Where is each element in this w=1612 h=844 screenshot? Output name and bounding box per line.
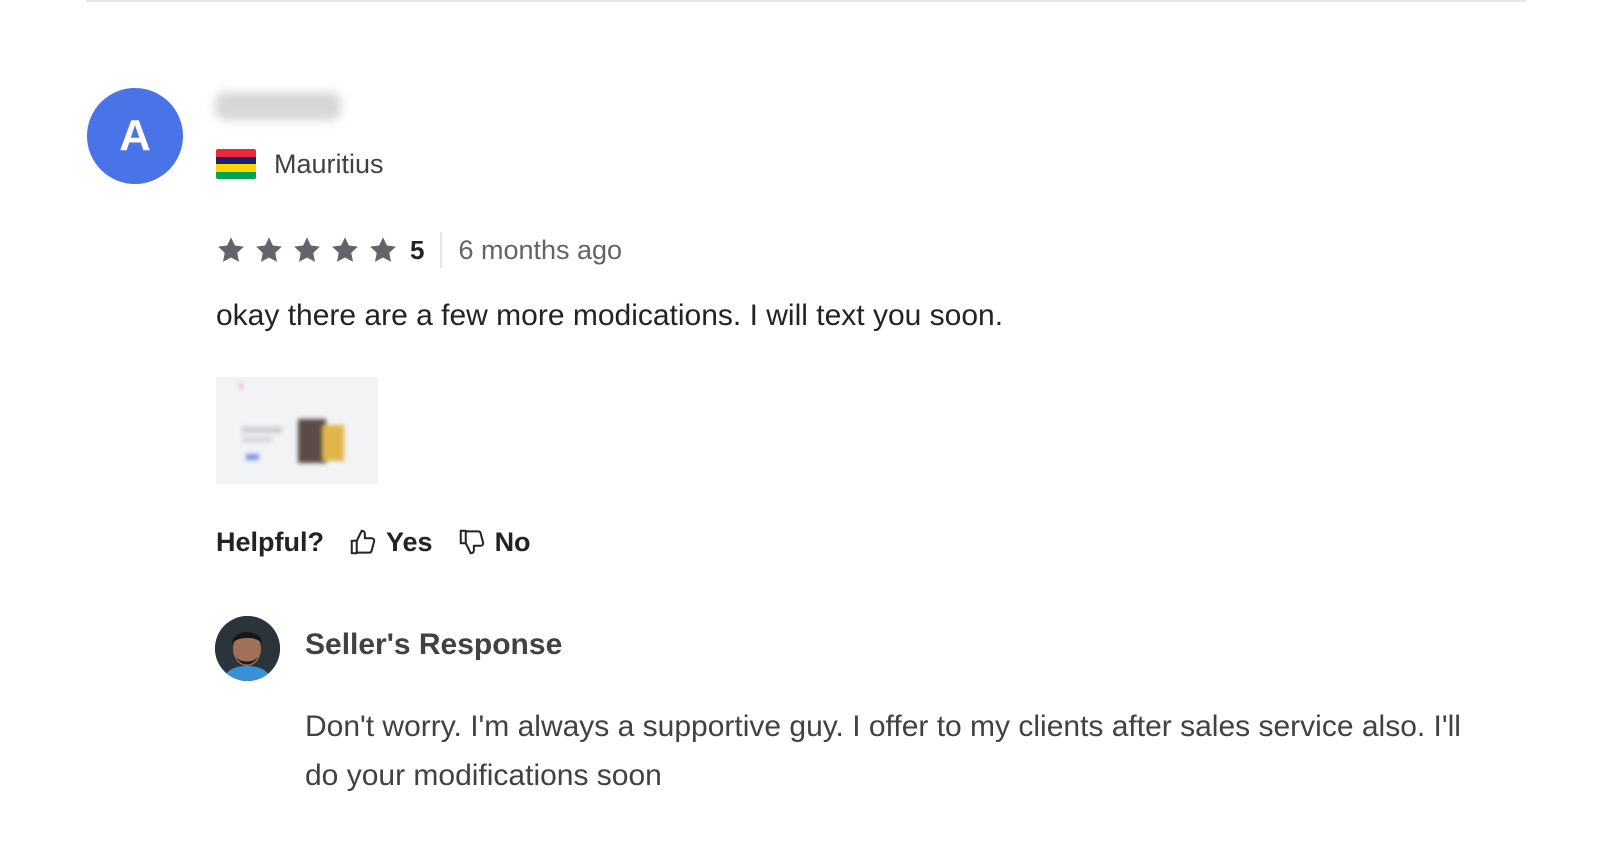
review-attachment-thumbnail[interactable] [216, 377, 378, 484]
thumbs-up-icon [350, 529, 376, 555]
seller-avatar[interactable] [215, 616, 280, 681]
reviewer-avatar[interactable]: A [87, 88, 183, 184]
rating-divider [440, 232, 443, 268]
seller-photo-icon [215, 616, 280, 681]
star-icon [370, 237, 396, 262]
review-text: okay there are a few more modications. I… [216, 299, 1004, 332]
helpful-no-button[interactable]: No [457, 527, 531, 558]
reviewer-country: Mauritius [216, 148, 384, 180]
seller-response-title: Seller's Response [305, 628, 563, 661]
seller-response-text: Don't worry. I'm always a supportive guy… [305, 710, 1461, 792]
star-icon [218, 237, 244, 262]
star-icon [256, 237, 282, 262]
star-rating [216, 235, 406, 265]
helpful-label: Helpful? [216, 526, 324, 557]
thumbs-down-icon [459, 529, 484, 555]
rating-row: 5 6 months ago [216, 230, 622, 270]
helpful-row: Helpful? Yes No [216, 522, 555, 562]
star-icon [332, 237, 358, 262]
country-name: Mauritius [274, 148, 384, 179]
star-icon [294, 237, 320, 262]
rating-score: 5 [410, 234, 425, 265]
helpful-no-label: No [494, 526, 531, 557]
review-time: 6 months ago [458, 234, 623, 265]
helpful-yes-button[interactable]: Yes [348, 527, 433, 558]
mauritius-flag-icon [216, 149, 256, 179]
reviewer-username[interactable] [215, 92, 341, 120]
avatar-letter: A [119, 111, 151, 160]
top-divider [86, 0, 1526, 2]
helpful-yes-label: Yes [386, 526, 433, 557]
